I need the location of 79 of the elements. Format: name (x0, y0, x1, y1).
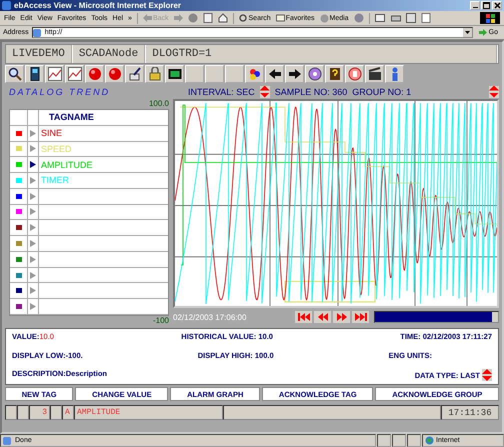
alarm-tag: AMPLITUDE (74, 405, 223, 420)
first-button[interactable] (295, 311, 312, 323)
rewind-button[interactable] (314, 311, 331, 323)
group-number: GROUP NO: 1 (352, 86, 412, 96)
page-icon (32, 28, 41, 36)
device-icon (28, 67, 42, 81)
project-name: LIVEDEMO (6, 45, 73, 63)
chart-icon (48, 67, 62, 81)
toolbar-button[interactable] (325, 65, 344, 83)
back-arrow-icon (142, 14, 152, 22)
sample-number: SAMPLE NO: 360 (274, 86, 348, 96)
left-arrow-icon (268, 67, 282, 81)
right-arrow-icon (288, 67, 302, 81)
alarm-count: 3 (29, 405, 50, 420)
browser-icon (2, 1, 11, 10)
caret-icon (464, 31, 470, 34)
toolbar-button[interactable] (125, 65, 144, 83)
interval-spinner[interactable] (260, 86, 270, 98)
display-name: DLOGTRD=1 (146, 45, 498, 63)
home-icon[interactable] (218, 13, 228, 23)
lock-icon (148, 67, 162, 81)
ball-icon (88, 67, 102, 81)
close-button[interactable] (492, 1, 502, 10)
scroll-track[interactable] (374, 311, 499, 323)
clapboard-icon (368, 67, 382, 81)
ball-icon (108, 67, 122, 81)
toolbar-button[interactable] (165, 65, 184, 83)
toolbar-button[interactable] (5, 65, 24, 83)
disc-icon (308, 67, 322, 81)
toolbar-button[interactable] (265, 65, 284, 83)
node-name: SCADANode (72, 45, 146, 63)
last-button[interactable] (352, 311, 369, 323)
color-dots-icon (248, 67, 262, 81)
fast-forward-button[interactable] (333, 311, 350, 323)
toolbar-button[interactable] (305, 65, 324, 83)
status-pane (407, 434, 421, 447)
mail-icon[interactable] (374, 13, 386, 23)
pen-icon (128, 67, 142, 81)
toolbar-button[interactable] (245, 65, 264, 83)
maximize-button[interactable] (481, 1, 491, 10)
media-icon (320, 14, 328, 22)
trend-title: DATALOG TREND (8, 86, 110, 96)
refresh-icon[interactable] (202, 13, 213, 23)
window-title: ebAccess View - Microsoft Internet Explorer (14, 1, 182, 10)
alarm-cell (5, 405, 17, 420)
status-pane (392, 434, 406, 447)
y-min-label: -100 (152, 316, 169, 326)
edit-icon[interactable] (406, 13, 416, 23)
folder-icon (276, 14, 285, 22)
interval-label: INTERVAL: SEC (188, 86, 255, 96)
search-icon (238, 14, 248, 22)
search-icon (8, 67, 22, 81)
toolbar-button[interactable] (285, 65, 304, 83)
alarm-cell (50, 405, 62, 420)
toolbar-button[interactable] (145, 65, 164, 83)
arrow-icon (478, 29, 487, 36)
alarm-type: A (62, 405, 74, 420)
y-max-label: 100.0 (148, 99, 169, 109)
windows-logo (480, 12, 500, 24)
note-icon[interactable] (420, 13, 431, 23)
group-spinner[interactable] (489, 86, 499, 98)
tag-name[interactable]: SINE (41, 128, 62, 138)
alarm-clock: 17:11:36 (441, 405, 499, 420)
printer-icon[interactable] (390, 13, 401, 23)
row-pointer-icon[interactable] (30, 161, 36, 168)
dropdown-button[interactable] (462, 28, 472, 37)
chart-icon (68, 67, 82, 81)
data-type-spinner[interactable] (482, 369, 492, 381)
help-icon (328, 67, 342, 81)
alarm-cell (17, 405, 29, 420)
minimize-button[interactable] (470, 1, 480, 10)
page-icon (3, 436, 11, 444)
toolbar-button[interactable] (345, 65, 364, 83)
trend-timestamp: 02/12/2003 17:06:00 (173, 312, 248, 322)
monitor-icon (168, 67, 182, 81)
toolbar-button[interactable] (25, 65, 44, 83)
toolbar-button[interactable] (365, 65, 384, 83)
status-pane (377, 434, 391, 447)
column-header: TAGNAME (48, 112, 95, 122)
